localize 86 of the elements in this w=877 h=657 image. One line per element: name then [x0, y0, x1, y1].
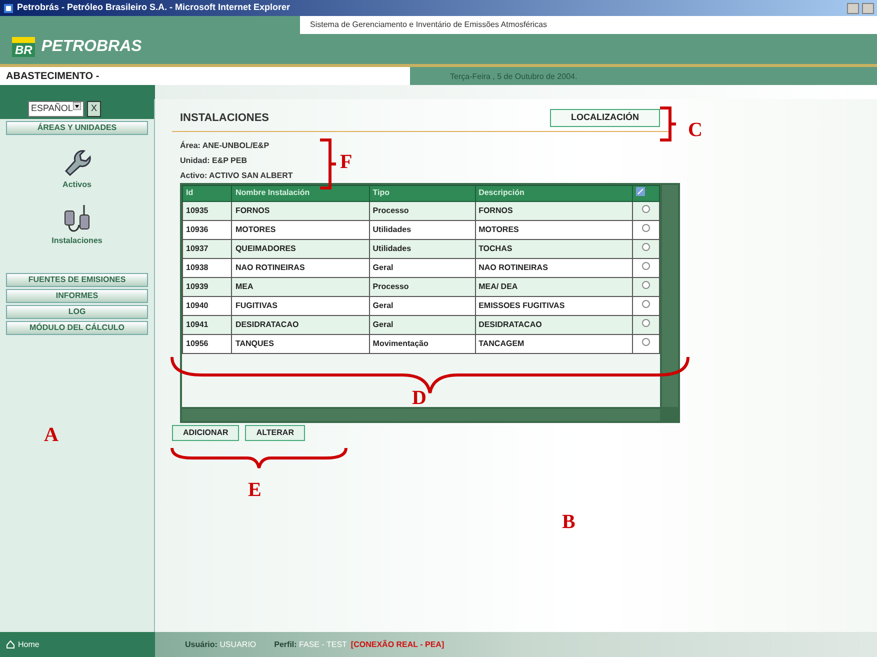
table-cell: FUGITIVAS	[232, 296, 370, 315]
icon-label[interactable]: Instalaciones	[52, 234, 102, 246]
radio-button[interactable]	[642, 338, 650, 346]
table-cell: 10937	[182, 239, 232, 258]
group-header: ÁREAS Y UNIDADES	[6, 120, 148, 134]
section-title: ABASTECIMENTO -	[0, 67, 410, 85]
radio-button[interactable]	[642, 242, 650, 250]
table-cell: 10939	[182, 277, 232, 296]
column-header: Id	[182, 185, 232, 201]
action-button[interactable]: ADICIONAR	[172, 424, 240, 440]
menu-button[interactable]: MÓDULO DEL CÁLCULO	[6, 320, 148, 334]
table-cell: MEA	[232, 277, 370, 296]
logo-text: PETROBRAS	[41, 37, 142, 57]
annotation-letter: E	[248, 480, 262, 500]
table-cell: Utilidades	[369, 220, 476, 239]
annotation-letter: B	[562, 512, 576, 532]
icon-label[interactable]: Activos	[62, 178, 92, 190]
connection-status: [CONEXÃO REAL - PEA]	[350, 638, 444, 650]
annotation-letter: C	[688, 120, 702, 140]
maximize-button[interactable]	[862, 2, 874, 14]
menu-button[interactable]: FUENTES DE EMISIONES	[6, 272, 148, 286]
table-cell: 10938	[182, 258, 232, 277]
window-title: Petrobrás - Petróleo Brasileiro S.A. - Microsoft Internet Explorer	[17, 1, 290, 14]
radio-button[interactable]	[642, 300, 650, 308]
page-title: INSTALACIONES	[180, 110, 270, 126]
system-name: Sistema de Gerenciamento e Inventário de Emissões Atmosféricas	[300, 16, 877, 34]
user-text: Usuário: USUARIO	[185, 638, 256, 650]
info-line: Área: ANE-UNBOL/E&P	[180, 140, 270, 152]
location-button[interactable]: LOCALIZACIÓN	[550, 109, 660, 126]
table-cell: 10941	[182, 315, 232, 334]
menu-button[interactable]: LOG	[6, 304, 148, 318]
annotation-letter: D	[412, 388, 426, 408]
table-cell: Utilidades	[369, 239, 476, 258]
table-cell: NAO ROTINEIRAS	[475, 258, 632, 277]
table-cell: Geral	[369, 258, 476, 277]
table-cell: TANQUES	[232, 334, 370, 353]
column-header: Nombre Instalación	[232, 185, 370, 201]
info-line: Unidad: E&P PEB	[180, 154, 248, 166]
table-cell: 10935	[182, 201, 232, 220]
table-cell: Movimentação	[369, 334, 476, 353]
table-cell: Processo	[369, 277, 476, 296]
table-cell: MOTORES	[475, 220, 632, 239]
annotation-brace	[658, 106, 678, 142]
profile-text: Perfil: FASE - TEST	[274, 638, 347, 650]
table-cell: MEA/ DEA	[475, 277, 632, 296]
table-cell: Geral	[369, 315, 476, 334]
table-cell: Geral	[369, 296, 476, 315]
radio-button[interactable]	[642, 204, 650, 212]
menu-button[interactable]: INFORMES	[6, 288, 148, 302]
annotation-brace	[318, 138, 338, 190]
annotation-letter: A	[44, 425, 58, 445]
device-icon[interactable]	[62, 202, 92, 232]
vertical-scrollbar[interactable]	[662, 184, 678, 406]
radio-button[interactable]	[642, 224, 650, 232]
table-cell: EMISSOES FUGITIVAS	[475, 296, 632, 315]
logo-mark: BR	[12, 37, 36, 57]
table-cell: QUEIMADORES	[232, 239, 370, 258]
table-cell: FORNOS	[232, 201, 370, 220]
table-cell: 10940	[182, 296, 232, 315]
radio-button[interactable]	[642, 262, 650, 270]
minimize-button[interactable]	[847, 2, 859, 14]
house-icon	[6, 640, 15, 649]
table-cell: NAO ROTINEIRAS	[232, 258, 370, 277]
table-cell: DESIDRATACAO	[475, 315, 632, 334]
table-cell: TOCHAS	[475, 239, 632, 258]
close-button[interactable]: X	[87, 101, 102, 116]
table-cell: Processo	[369, 201, 476, 220]
table-cell: 10936	[182, 220, 232, 239]
language-select[interactable]: ESPAÑOL	[28, 101, 84, 116]
table-cell: MOTORES	[232, 220, 370, 239]
info-line: Activo: ACTIVO SAN ALBERT	[180, 170, 294, 182]
action-button[interactable]: ALTERAR	[245, 424, 305, 440]
browser-icon	[3, 2, 14, 14]
home-link[interactable]: Home	[0, 632, 155, 657]
table-cell: DESIDRATACAO	[232, 315, 370, 334]
grid-icon[interactable]	[636, 186, 645, 196]
radio-button[interactable]	[642, 280, 650, 288]
column-header: Descripción	[475, 185, 632, 201]
annotation-letter: F	[340, 152, 352, 172]
table-cell: 10956	[182, 334, 232, 353]
horizontal-scrollbar[interactable]	[182, 408, 660, 420]
table-cell: FORNOS	[475, 201, 632, 220]
table-cell: TANCAGEM	[475, 334, 632, 353]
column-header: Tipo	[369, 185, 476, 201]
radio-button[interactable]	[642, 318, 650, 326]
date-text: Terça-Feira , 5 de Outubro de 2004.	[449, 71, 578, 83]
